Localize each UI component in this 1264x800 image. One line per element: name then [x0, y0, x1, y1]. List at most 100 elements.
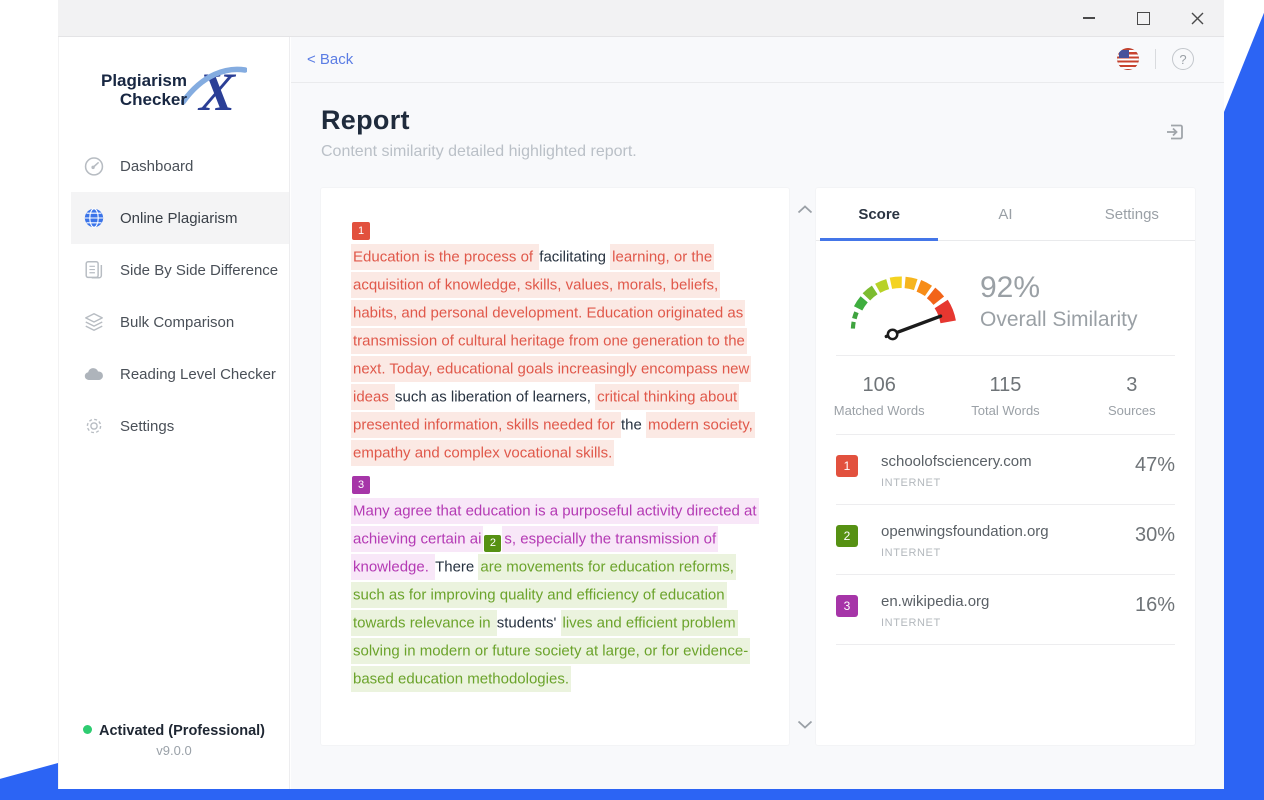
globe-icon: [83, 207, 105, 229]
similarity-gauge-row: 92% Overall Similarity: [816, 241, 1195, 355]
stat-label: Sources: [1069, 403, 1195, 418]
sidebar: Plagiarism Checker X Dashboard Online Pla…: [58, 36, 290, 800]
frame-right-bar: [1224, 0, 1264, 800]
source-type: INTERNET: [881, 547, 1049, 559]
source-percent: 30%: [1135, 523, 1175, 547]
activation-text: Activated (Professional): [59, 723, 289, 739]
app-logo: Plagiarism Checker X: [59, 62, 289, 118]
frame-bottom-bar: [0, 789, 1264, 800]
help-icon[interactable]: ?: [1172, 48, 1194, 70]
source-number-badge: 1: [836, 455, 858, 477]
score-panel: ScoreAISettings 92%: [816, 188, 1195, 745]
tab-ai[interactable]: AI: [942, 188, 1068, 240]
app-version: v9.0.0: [59, 743, 289, 758]
scroll-up-button[interactable]: [794, 198, 816, 220]
document-content: 1Education is the process of facilitatin…: [321, 188, 789, 734]
similarity-percent: 92%: [980, 271, 1138, 305]
sidebar-item-label: Bulk Comparison: [120, 314, 234, 331]
text-run: the: [621, 412, 646, 438]
stat-total-words: 115 Total Words: [942, 374, 1068, 418]
source-percent: 47%: [1135, 453, 1175, 477]
source-info: schoolofsciencery.com INTERNET: [881, 453, 1032, 489]
similarity-label: Overall Similarity: [980, 308, 1138, 332]
stats-row: 106Matched Words115 Total Words3 Sources: [816, 356, 1195, 434]
chevron-up-icon: [797, 205, 813, 214]
stat-value: 106: [816, 374, 942, 397]
sidebar-nav: Dashboard Online Plagiarism Side By Side D…: [59, 140, 289, 452]
page-title: Report: [321, 105, 1194, 136]
tab-settings[interactable]: Settings: [1069, 188, 1195, 240]
sidebar-item-label: Settings: [120, 418, 174, 435]
report-header: Report Content similarity detailed highl…: [291, 83, 1224, 161]
minimize-icon: [1083, 17, 1095, 19]
document-paragraph: 3 Many agree that education is a purposef…: [351, 476, 759, 693]
text-run: students': [497, 610, 561, 636]
maximize-button[interactable]: [1116, 0, 1170, 36]
sidebar-item-label: Online Plagiarism: [120, 210, 238, 227]
back-link[interactable]: < Back: [307, 51, 353, 68]
source-marker-badge: 2: [484, 535, 501, 552]
stat-label: Total Words: [942, 403, 1068, 418]
source-domain: schoolofsciencery.com: [881, 453, 1032, 470]
minimize-button[interactable]: [1062, 0, 1116, 36]
similarity-score: 92% Overall Similarity: [980, 271, 1138, 332]
logo-wordmark: Plagiarism Checker: [101, 71, 187, 109]
gauge-icon: [83, 155, 105, 177]
text-run: facilitating: [539, 244, 610, 270]
source-type: INTERNET: [881, 477, 1032, 489]
sidebar-item-settings[interactable]: Settings: [59, 400, 289, 452]
stat-value: 3: [1069, 374, 1195, 397]
source-domain: en.wikipedia.org: [881, 593, 989, 610]
paragraph-text: Many agree that education is a purposefu…: [351, 497, 759, 693]
logo-x-icon: X: [181, 62, 247, 118]
sources-list: 1 schoolofsciencery.com INTERNET 47% 2 openwi…: [816, 435, 1195, 645]
paragraph-text: Education is the process of facilitating…: [351, 243, 759, 467]
logo-line1: Plagiarism: [101, 71, 187, 90]
document-paragraph: 1Education is the process of facilitatin…: [351, 222, 759, 467]
tab-score[interactable]: Score: [816, 188, 942, 240]
source-type: INTERNET: [881, 617, 989, 629]
topbar: < Back ?: [291, 36, 1224, 83]
source-row-openwingsfoundation-org[interactable]: 2 openwingsfoundation.orgINTERNET 30%: [836, 505, 1175, 575]
sidebar-item-bulk-comparison[interactable]: Bulk Comparison: [59, 296, 289, 348]
source-row-en-wikipedia-org[interactable]: 3en.wikipedia.orgINTERNET16%: [836, 575, 1175, 645]
main-area: < Back ? Report Content similarity detai…: [291, 36, 1224, 789]
us-flag-icon[interactable]: [1117, 48, 1139, 70]
stat-value: 115: [942, 374, 1068, 397]
sidebar-item-label: Dashboard: [120, 158, 193, 175]
sidebar-item-label: Side By Side Difference: [120, 262, 278, 279]
source-marker-badge: 3: [352, 476, 370, 494]
sidebar-item-dashboard[interactable]: Dashboard: [59, 140, 289, 192]
logo-line2: Checker: [101, 90, 187, 109]
close-icon: [1191, 12, 1204, 25]
scroll-down-button[interactable]: [794, 713, 816, 735]
cloud-icon: [83, 363, 105, 385]
source-number-badge: 3: [836, 595, 858, 617]
export-button[interactable]: [1163, 120, 1187, 149]
stat-sources: 3 Sources: [1069, 374, 1195, 418]
sidebar-item-online-plagiarism[interactable]: Online Plagiarism: [71, 192, 289, 244]
stat-matched-words: 106Matched Words: [816, 374, 942, 418]
status-dot-icon: [83, 725, 92, 734]
topbar-icons: ?: [1117, 48, 1194, 70]
export-icon: [1163, 120, 1187, 144]
vertical-separator: [1155, 49, 1156, 69]
panel-tabs: ScoreAISettings: [816, 188, 1195, 241]
source-number-badge: 2: [836, 525, 858, 547]
titlebar: [58, 0, 1224, 37]
text-run: There: [435, 554, 478, 580]
highlighted-text-run: Education is the process of: [351, 244, 539, 270]
sidebar-item-reading-level-checker[interactable]: Reading Level Checker: [59, 348, 289, 400]
source-info: openwingsfoundation.orgINTERNET: [881, 523, 1049, 559]
side-by-side-icon: [83, 259, 105, 281]
chevron-down-icon: [797, 720, 813, 729]
maximize-icon: [1137, 12, 1150, 25]
source-row-schoolofsciencery-com[interactable]: 1 schoolofsciencery.com INTERNET 47%: [836, 435, 1175, 505]
document-scrollbar: [794, 188, 816, 745]
close-button[interactable]: [1170, 0, 1224, 36]
sidebar-item-label: Reading Level Checker: [120, 366, 276, 383]
text-run: such as liberation of learners,: [395, 384, 595, 410]
similarity-gauge-icon: [834, 253, 972, 349]
sidebar-item-side-by-side-difference[interactable]: Side By Side Difference: [59, 244, 289, 296]
gear-icon: [83, 415, 105, 437]
